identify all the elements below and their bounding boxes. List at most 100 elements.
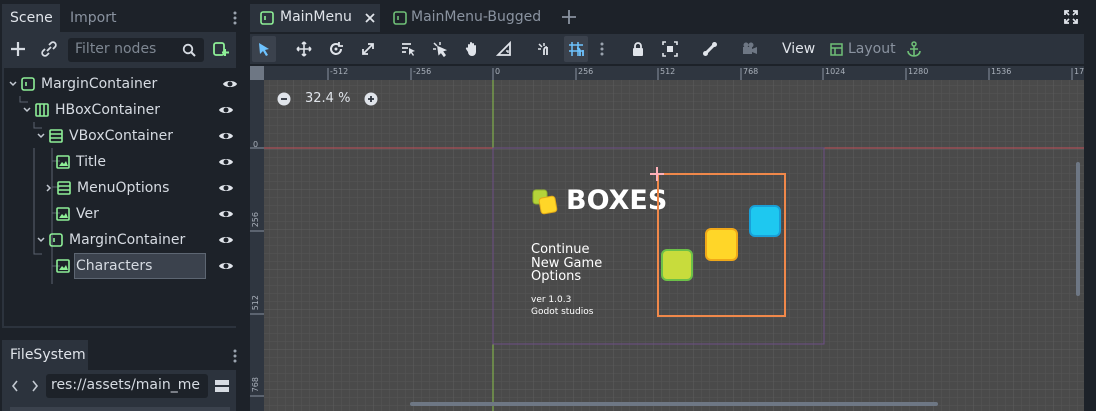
- move-mode-icon[interactable]: [292, 36, 316, 62]
- tree-item-characters-selected[interactable]: Characters: [56, 253, 234, 279]
- scale-mode-icon[interactable]: [356, 36, 380, 62]
- filter-placeholder: Filter nodes: [75, 41, 157, 57]
- anchor-icon[interactable]: [902, 36, 926, 62]
- hboxcontainer-icon: [35, 103, 49, 117]
- boxes-logo: [531, 188, 561, 216]
- tree-item-label: HBoxContainer: [55, 102, 160, 118]
- scene-tree: MarginContainer HBoxContainer VBoxContai…: [4, 68, 238, 326]
- camera-override-icon[interactable]: [738, 36, 762, 62]
- chevron-down-icon[interactable]: [36, 235, 46, 245]
- visibility-eye-icon[interactable]: [218, 258, 234, 274]
- tree-item-hboxcontainer[interactable]: HBoxContainer: [22, 97, 234, 123]
- tab-mainmenu-bugged[interactable]: MainMenu-Bugged: [384, 4, 544, 32]
- ruler-top-label: -512: [330, 67, 349, 76]
- pan-mode-icon[interactable]: [460, 36, 484, 62]
- tree-item-vboxcontainer[interactable]: VBoxContainer: [36, 123, 234, 149]
- vboxcontainer-icon: [49, 129, 63, 143]
- search-icon: [182, 43, 196, 57]
- studio-label: Godot studios: [531, 307, 594, 317]
- margincontainer-icon: [49, 233, 63, 247]
- link-icon[interactable]: [40, 40, 58, 58]
- ruler-top-label: 512: [660, 67, 676, 76]
- distraction-free-icon[interactable]: [1064, 10, 1078, 24]
- close-icon[interactable]: [364, 12, 376, 24]
- tree-item-menuoptions[interactable]: MenuOptions: [44, 175, 234, 201]
- ruler-top-label: 17: [1074, 67, 1084, 76]
- tree-item-label: Title: [76, 154, 107, 170]
- visibility-eye-icon[interactable]: [218, 180, 234, 196]
- instance-scene-icon[interactable]: [212, 40, 230, 58]
- editor-tab-bar: MainMenu MainMenu-Bugged: [248, 0, 1096, 34]
- zoom-in-button[interactable]: [364, 92, 378, 106]
- canvas-viewport[interactable]: -512 -256 0 256 512 768 1024 1280 1536 1…: [250, 66, 1084, 411]
- split-mode-icon[interactable]: [214, 378, 230, 394]
- dock-menu-icon[interactable]: [232, 10, 238, 26]
- nav-back-icon[interactable]: [10, 379, 20, 393]
- nav-forward-icon[interactable]: [30, 379, 40, 393]
- ruler-top-label: 0: [495, 67, 501, 76]
- layout-icon: [830, 43, 843, 56]
- list-select-icon[interactable]: [396, 36, 420, 62]
- vboxcontainer-icon: [57, 181, 71, 195]
- visibility-eye-icon[interactable]: [218, 154, 234, 170]
- view-menu[interactable]: View: [782, 41, 815, 57]
- lock-icon[interactable]: [626, 36, 650, 62]
- rotate-mode-icon[interactable]: [324, 36, 348, 62]
- path-input[interactable]: res://assets/main_me: [46, 374, 208, 398]
- tree-item-label: Ver: [76, 206, 99, 222]
- zoom-level[interactable]: 32.4 %: [305, 91, 350, 106]
- grid-snap-icon[interactable]: [564, 36, 588, 62]
- tree-item-margincontainer[interactable]: MarginContainer: [8, 71, 238, 97]
- filesystem-dock: FileSystem res://assets/main_me: [0, 338, 244, 411]
- texturerect-icon: [56, 259, 70, 273]
- zoom-out-icon: [277, 92, 291, 106]
- filesystem-scrollbar[interactable]: [10, 407, 230, 411]
- group-icon[interactable]: [658, 36, 682, 62]
- visibility-eye-icon[interactable]: [218, 102, 234, 118]
- tab-label: MainMenu-Bugged: [411, 9, 542, 25]
- tab-scene[interactable]: Scene: [2, 4, 60, 32]
- filter-nodes-input[interactable]: Filter nodes: [68, 38, 204, 62]
- tab-import[interactable]: Import: [62, 4, 132, 32]
- tab-filesystem[interactable]: FileSystem: [2, 340, 88, 370]
- ruler-top-label: 256: [578, 67, 594, 76]
- chevron-right-icon[interactable]: [44, 183, 54, 193]
- smart-snap-icon[interactable]: [532, 36, 556, 62]
- tree-item-label: VBoxContainer: [69, 128, 174, 144]
- character-green-box: [661, 249, 693, 281]
- tab-label: MainMenu: [280, 9, 352, 25]
- visibility-eye-icon[interactable]: [218, 206, 234, 222]
- tree-item-title[interactable]: Title: [56, 149, 234, 175]
- skeleton-icon[interactable]: [698, 36, 722, 62]
- version-label: ver 1.0.3: [531, 295, 572, 305]
- ruler-top-label: 1024: [825, 67, 846, 76]
- tab-mainmenu[interactable]: MainMenu: [250, 4, 380, 32]
- chevron-down-icon[interactable]: [22, 105, 32, 115]
- dock-menu-icon[interactable]: [232, 348, 238, 364]
- zoom-out-button[interactable]: [277, 92, 291, 106]
- visibility-eye-icon[interactable]: [218, 128, 234, 144]
- snap-options-icon[interactable]: [592, 36, 612, 62]
- select-mode-icon[interactable]: [252, 36, 276, 62]
- add-node-icon[interactable]: [9, 40, 27, 58]
- chevron-down-icon[interactable]: [36, 131, 46, 141]
- ruler-left-label: 256: [251, 212, 260, 228]
- visibility-eye-icon[interactable]: [222, 76, 238, 92]
- ruler-top-label: 1536: [991, 67, 1012, 76]
- path-value: res://assets/main_me: [51, 377, 201, 393]
- scene-dock: Scene Import Filter nodes MarginContaine…: [0, 0, 244, 338]
- pivot-mode-icon[interactable]: [428, 36, 452, 62]
- visibility-eye-icon[interactable]: [218, 232, 234, 248]
- texturerect-icon: [56, 155, 70, 169]
- character-yellow-box: [705, 228, 738, 261]
- pivot-cross-icon[interactable]: [650, 167, 664, 181]
- ruler-mode-icon[interactable]: [492, 36, 516, 62]
- tree-item-label: MenuOptions: [77, 180, 170, 196]
- chevron-down-icon[interactable]: [8, 79, 18, 89]
- zoom-in-icon: [364, 92, 378, 106]
- ruler-left-label: 0: [253, 140, 259, 149]
- menu-option-continue: Continue: [531, 242, 590, 257]
- tree-item-ver[interactable]: Ver: [56, 201, 234, 227]
- new-tab-icon[interactable]: [561, 9, 577, 25]
- tree-item-margincontainer-2[interactable]: MarginContainer: [36, 227, 234, 253]
